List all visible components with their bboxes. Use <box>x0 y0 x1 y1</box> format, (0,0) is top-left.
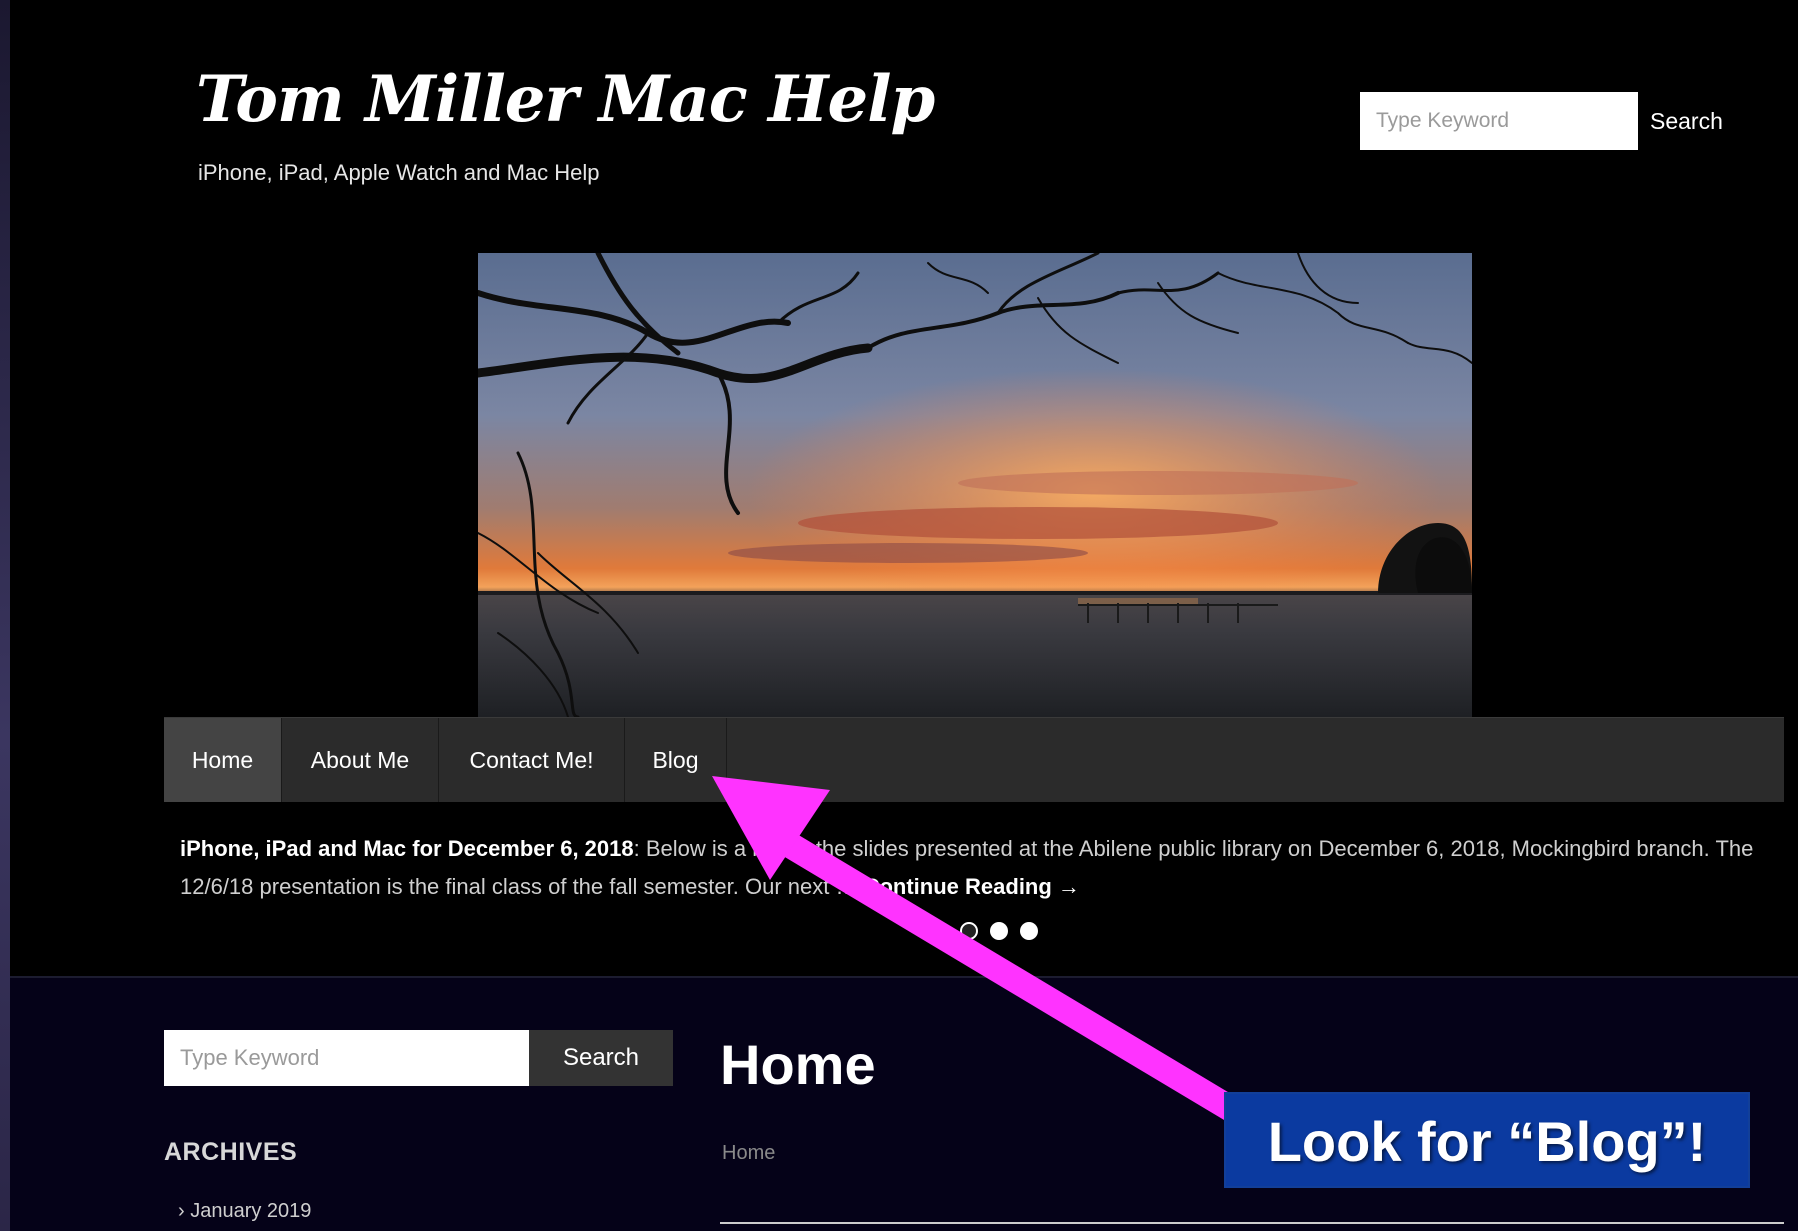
window-edge <box>0 0 10 1231</box>
featured-post-title[interactable]: iPhone, iPad and Mac for December 6, 201… <box>180 836 634 861</box>
slider-pagination <box>930 922 1050 942</box>
slider-dot-1[interactable] <box>930 922 948 940</box>
archive-item[interactable]: › January 2019 <box>178 1200 311 1223</box>
web-page: Tom Miller Mac Help iPhone, iPad, Apple … <box>10 0 1798 1231</box>
page-heading: Home <box>720 1033 876 1096</box>
site-tagline: iPhone, iPad, Apple Watch and Mac Help <box>198 160 600 185</box>
slider-dot-2[interactable] <box>960 922 978 940</box>
nav-item-home[interactable]: Home <box>164 718 282 802</box>
nav-item-about-me[interactable]: About Me <box>282 718 439 802</box>
nav-item-blog[interactable]: Blog <box>625 718 727 802</box>
header-search-input[interactable] <box>1360 92 1638 150</box>
archives-heading: ARCHIVES <box>164 1138 298 1166</box>
slider-dot-3[interactable] <box>990 922 1008 940</box>
sidebar-search-button[interactable]: Search <box>529 1030 673 1086</box>
annotation-callout: Look for “Blog”! <box>1224 1092 1750 1188</box>
site-title[interactable]: Tom Miller Mac Help <box>196 62 935 137</box>
slider-dot-4[interactable] <box>1020 922 1038 940</box>
nav-item-contact-me[interactable]: Contact Me! <box>439 718 625 802</box>
header-search-button[interactable]: Search <box>1650 92 1723 150</box>
header-image <box>478 253 1472 717</box>
main-navigation: Home About Me Contact Me! Blog <box>164 717 1784 802</box>
continue-reading-link[interactable]: Continue Reading → <box>864 874 1080 899</box>
sidebar-search-input[interactable] <box>164 1030 529 1086</box>
sunset-lake-image <box>478 253 1472 717</box>
breadcrumb[interactable]: Home <box>722 1142 775 1165</box>
divider <box>720 1222 1784 1224</box>
archive-item-label[interactable]: January 2019 <box>190 1200 311 1222</box>
featured-post-excerpt: iPhone, iPad and Mac for December 6, 201… <box>180 830 1770 906</box>
